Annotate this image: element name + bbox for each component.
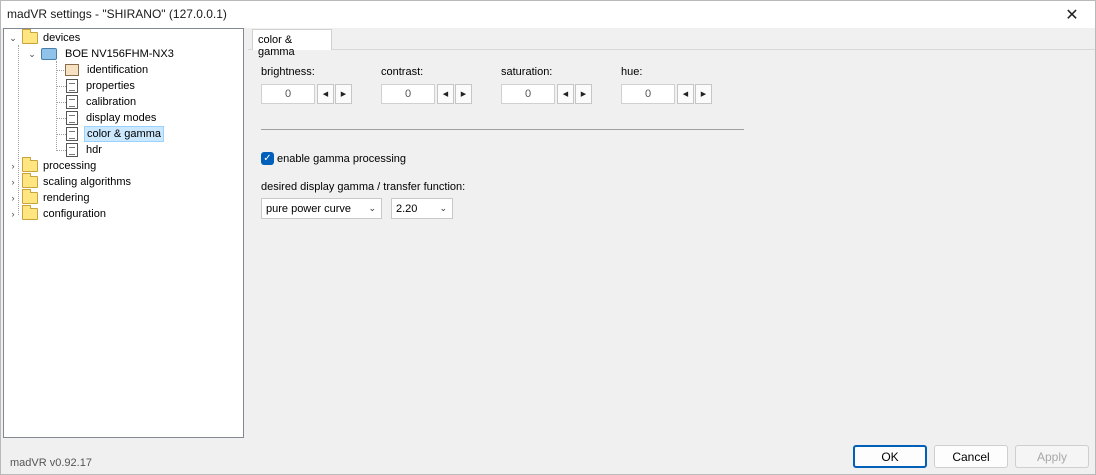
tree-connector bbox=[56, 86, 66, 87]
saturation-label: saturation: bbox=[501, 66, 553, 78]
ok-button[interactable]: OK bbox=[853, 445, 927, 468]
monitor-icon bbox=[41, 48, 57, 60]
folder-icon bbox=[22, 173, 38, 188]
hue-input[interactable]: 0 bbox=[621, 84, 675, 104]
hue-label: hue: bbox=[621, 66, 643, 78]
tab-color-gamma[interactable]: color & gamma bbox=[252, 29, 332, 58]
saturation-spinner: 0 ◀ ▶ bbox=[501, 84, 592, 104]
contrast-label: contrast: bbox=[381, 66, 424, 78]
chevron-down-icon: ⌄ bbox=[439, 203, 447, 213]
divider bbox=[261, 129, 744, 130]
gamma-value-select[interactable]: 2.20 ⌄ bbox=[391, 198, 453, 219]
settings-tree[interactable]: ⌄ devices ⌄ BOE NV156FHM-NX3 identificat… bbox=[3, 28, 244, 438]
tree-item-label: display modes bbox=[86, 112, 157, 124]
contrast-spinner: 0 ◀ ▶ bbox=[381, 84, 472, 104]
title-bar: madVR settings - "SHIRANO" (127.0.0.1) ✕ bbox=[1, 1, 1095, 28]
increase-arrow-icon[interactable]: ▶ bbox=[335, 84, 352, 104]
brightness-spinner: 0 ◀ ▶ bbox=[261, 84, 352, 104]
apply-button[interactable]: Apply bbox=[1015, 445, 1089, 468]
tree-item-device[interactable]: ⌄ BOE NV156FHM-NX3 bbox=[27, 46, 176, 62]
brightness-input[interactable]: 0 bbox=[261, 84, 315, 104]
gamma-value: 2.20 bbox=[396, 202, 418, 215]
tree-item-calibration[interactable]: calibration bbox=[66, 94, 138, 110]
contrast-input[interactable]: 0 bbox=[381, 84, 435, 104]
id-card-icon bbox=[65, 64, 79, 76]
tree-item-label: rendering bbox=[43, 192, 90, 204]
gamma-curve-value: pure power curve bbox=[266, 202, 351, 215]
tree-item-processing[interactable]: › processing bbox=[8, 157, 98, 174]
decrease-arrow-icon[interactable]: ◀ bbox=[317, 84, 334, 104]
tree-connector bbox=[56, 150, 66, 151]
tree-item-identification[interactable]: identification bbox=[65, 62, 150, 78]
tree-item-display-modes[interactable]: display modes bbox=[66, 110, 158, 126]
increase-arrow-icon[interactable]: ▶ bbox=[575, 84, 592, 104]
increase-arrow-icon[interactable]: ▶ bbox=[455, 84, 472, 104]
page-icon bbox=[66, 111, 78, 125]
folder-icon bbox=[22, 189, 38, 204]
tree-item-configuration[interactable]: › configuration bbox=[8, 205, 108, 222]
tree-item-label: color & gamma bbox=[84, 126, 164, 142]
expand-chevron-icon[interactable]: › bbox=[8, 209, 18, 219]
tree-item-label: calibration bbox=[86, 96, 137, 108]
check-icon: ✓ bbox=[263, 153, 272, 164]
tree-item-label: identification bbox=[87, 64, 149, 76]
tree-item-label: properties bbox=[86, 80, 135, 92]
hue-spinner: 0 ◀ ▶ bbox=[621, 84, 712, 104]
tree-item-color-gamma[interactable]: color & gamma bbox=[66, 126, 164, 142]
tree-item-label: scaling algorithms bbox=[43, 176, 132, 188]
enable-gamma-label[interactable]: enable gamma processing bbox=[277, 153, 406, 165]
page-icon bbox=[66, 143, 78, 157]
tree-item-devices[interactable]: ⌄ devices bbox=[8, 29, 82, 46]
cancel-button[interactable]: Cancel bbox=[934, 445, 1008, 468]
expand-chevron-icon[interactable]: › bbox=[8, 193, 18, 203]
brightness-label: brightness: bbox=[261, 66, 315, 78]
enable-gamma-checkbox[interactable]: ✓ bbox=[261, 152, 274, 165]
page-icon bbox=[66, 127, 78, 141]
tree-connector bbox=[56, 134, 66, 135]
tree-item-label: hdr bbox=[86, 144, 102, 156]
tree-item-label: devices bbox=[43, 32, 81, 44]
tree-item-properties[interactable]: properties bbox=[66, 78, 137, 94]
expand-chevron-icon[interactable]: › bbox=[8, 177, 18, 187]
tree-item-scaling-algorithms[interactable]: › scaling algorithms bbox=[8, 173, 133, 190]
gamma-curve-select[interactable]: pure power curve ⌄ bbox=[261, 198, 382, 219]
page-icon bbox=[66, 95, 78, 109]
decrease-arrow-icon[interactable]: ◀ bbox=[557, 84, 574, 104]
settings-panel bbox=[248, 49, 1095, 438]
decrease-arrow-icon[interactable]: ◀ bbox=[437, 84, 454, 104]
tree-item-label: configuration bbox=[43, 208, 106, 220]
gamma-function-label: desired display gamma / transfer functio… bbox=[261, 181, 466, 193]
decrease-arrow-icon[interactable]: ◀ bbox=[677, 84, 694, 104]
collapse-chevron-icon[interactable]: ⌄ bbox=[8, 33, 18, 44]
tree-connector bbox=[56, 61, 57, 151]
collapse-chevron-icon[interactable]: ⌄ bbox=[27, 49, 37, 60]
tree-connector bbox=[56, 102, 66, 103]
close-icon[interactable]: ✕ bbox=[1049, 1, 1095, 28]
increase-arrow-icon[interactable]: ▶ bbox=[695, 84, 712, 104]
tree-item-label: BOE NV156FHM-NX3 bbox=[65, 48, 174, 60]
tree-item-rendering[interactable]: › rendering bbox=[8, 189, 91, 206]
tree-item-label: processing bbox=[43, 160, 97, 172]
folder-icon bbox=[22, 205, 38, 220]
tree-connector bbox=[56, 118, 66, 119]
saturation-input[interactable]: 0 bbox=[501, 84, 555, 104]
folder-icon bbox=[22, 29, 38, 44]
expand-chevron-icon[interactable]: › bbox=[8, 161, 18, 171]
tree-item-hdr[interactable]: hdr bbox=[66, 142, 104, 158]
folder-icon bbox=[22, 157, 38, 172]
version-label: madVR v0.92.17 bbox=[10, 457, 92, 469]
chevron-down-icon: ⌄ bbox=[368, 203, 376, 213]
window-title: madVR settings - "SHIRANO" (127.0.0.1) bbox=[7, 7, 227, 21]
page-icon bbox=[66, 79, 78, 93]
